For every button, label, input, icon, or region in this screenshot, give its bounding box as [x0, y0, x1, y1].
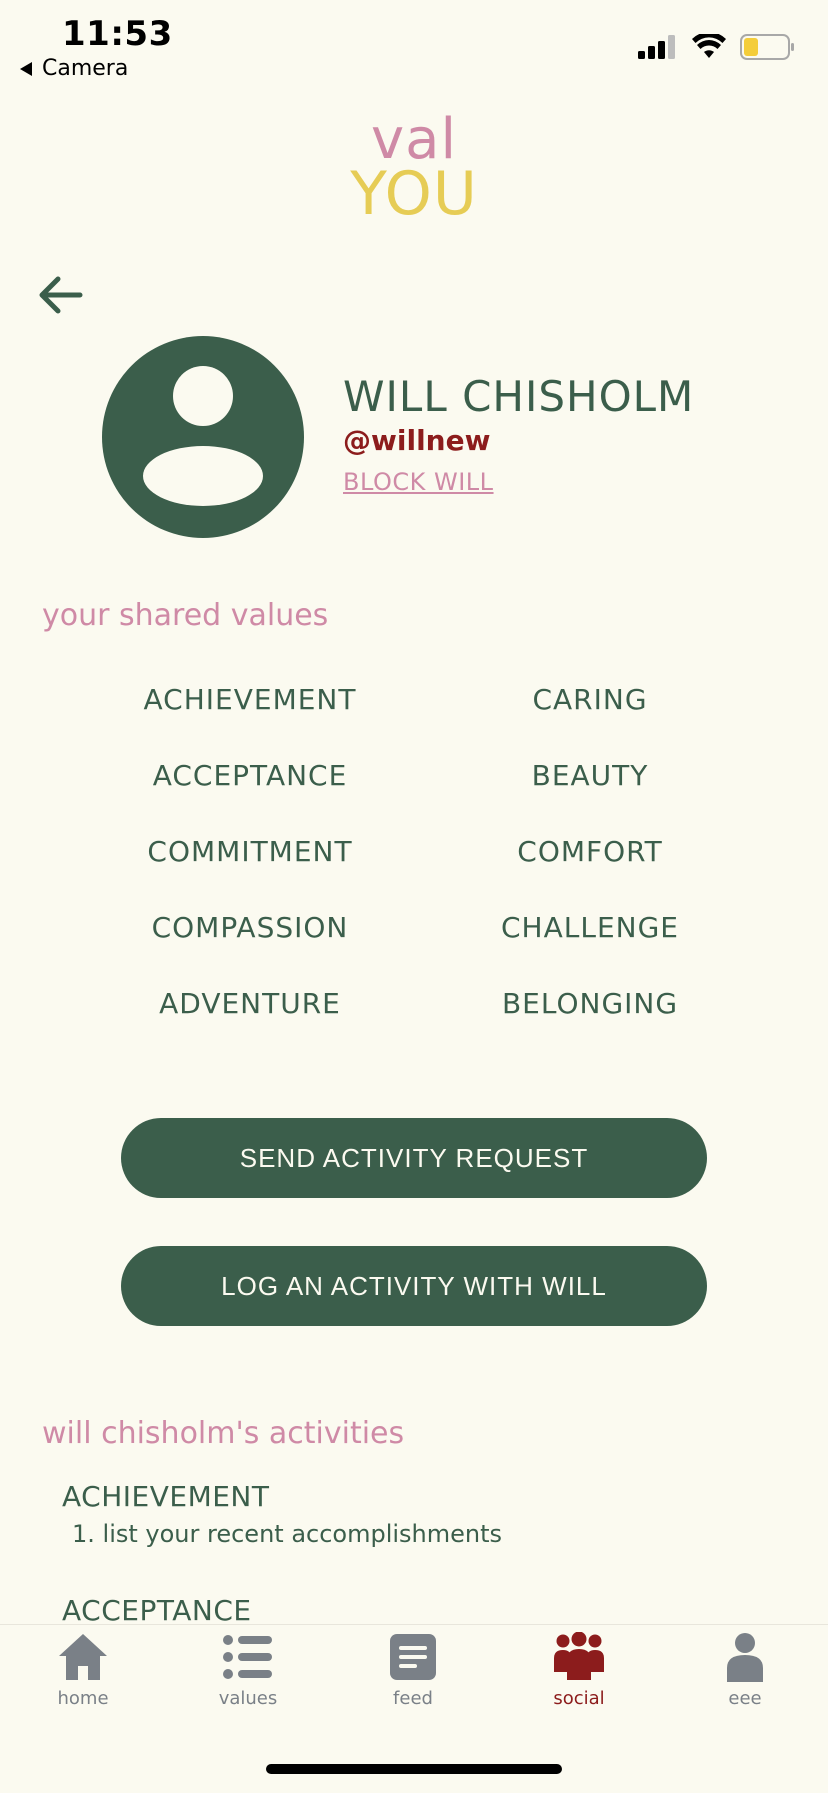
user-silhouette-icon [143, 366, 263, 506]
send-activity-request-button[interactable]: SEND ACTIVITY REQUEST [121, 1118, 707, 1198]
profile-name: WILL CHISHOLM [343, 372, 695, 421]
list-icon [223, 1635, 272, 1679]
person-icon [727, 1633, 763, 1682]
tab-label: feed [393, 1688, 433, 1709]
profile-handle: @willnew [343, 424, 491, 457]
shared-value-item: BEAUTY [531, 759, 649, 792]
shared-values-grid: ACHIEVEMENT CARING ACCEPTANCE BEAUTY COM… [80, 672, 760, 1052]
home-indicator[interactable] [266, 1764, 562, 1774]
log-activity-button[interactable]: LOG AN ACTIVITY WITH WILL [121, 1246, 707, 1326]
tab-label: home [57, 1688, 109, 1709]
shared-value-item: CHALLENGE [501, 911, 679, 944]
block-user-link[interactable]: BLOCK WILL [343, 468, 494, 496]
tab-social[interactable]: social [514, 1632, 644, 1709]
shared-value-item: BELONGING [501, 987, 679, 1020]
wifi-icon [692, 34, 726, 58]
tab-label: social [553, 1688, 605, 1709]
shared-value-item: ADVENTURE [159, 987, 341, 1020]
feed-icon [390, 1634, 436, 1680]
activity-group-heading: ACHIEVEMENT [62, 1480, 270, 1513]
status-icons [638, 34, 796, 60]
logo-you-text: YOU [350, 159, 478, 229]
tab-profile[interactable]: eee [680, 1632, 810, 1709]
battery-low-icon [740, 34, 794, 60]
tab-label: values [218, 1688, 278, 1709]
back-arrow-icon[interactable] [36, 274, 84, 316]
tab-home[interactable]: home [18, 1632, 148, 1709]
activities-title: will chisholm's activities [42, 1416, 405, 1451]
app-logo: val YOU [0, 112, 828, 229]
status-time: 11:53 [62, 14, 173, 54]
cellular-signal-icon [638, 35, 675, 59]
avatar [102, 336, 304, 538]
shared-value-item: ACCEPTANCE [152, 759, 348, 792]
shared-values-title: your shared values [42, 598, 329, 633]
people-icon [554, 1632, 604, 1680]
shared-value-item: COMPASSION [151, 911, 349, 944]
shared-value-item: ACHIEVEMENT [143, 683, 357, 716]
shared-value-item: COMFORT [517, 835, 663, 868]
back-to-app-link[interactable]: Camera [20, 56, 128, 81]
tab-feed[interactable]: feed [348, 1632, 478, 1709]
tab-label: eee [728, 1688, 762, 1709]
shared-value-item: CARING [532, 683, 648, 716]
back-triangle-icon [20, 61, 32, 76]
activity-item[interactable]: 1. list your recent accomplishments [72, 1520, 502, 1548]
shared-value-item: COMMITMENT [147, 835, 353, 868]
home-icon [59, 1634, 107, 1680]
back-app-label: Camera [42, 56, 129, 81]
activity-group-heading: ACCEPTANCE [62, 1594, 252, 1627]
tab-values[interactable]: values [183, 1632, 313, 1709]
